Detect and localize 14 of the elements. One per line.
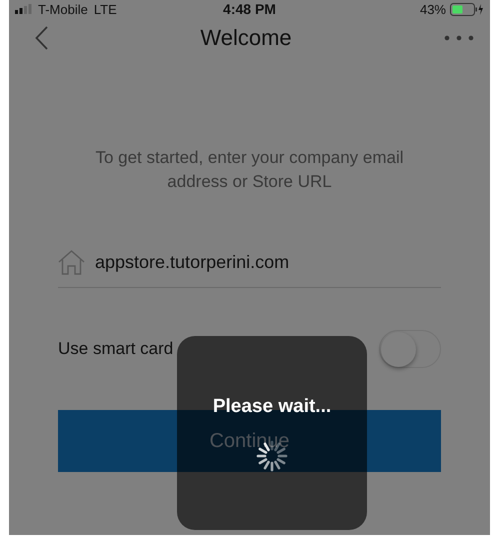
signal-icon <box>15 4 32 14</box>
smart-card-label: Use smart card <box>58 339 174 359</box>
instructions-text: To get started, enter your company email address or Store URL <box>94 147 405 193</box>
network-type: LTE <box>94 2 117 16</box>
home-icon <box>58 250 85 275</box>
more-icon[interactable] <box>444 35 474 41</box>
battery-percent: 43% <box>420 2 446 16</box>
back-icon[interactable] <box>35 26 48 50</box>
store-url-field[interactable]: appstore.tutorperini.com <box>58 250 441 288</box>
battery-icon <box>450 2 484 16</box>
carrier-name: T-Mobile <box>38 2 88 16</box>
clock-time: 4:48 PM <box>223 1 276 17</box>
smart-card-toggle[interactable] <box>379 330 441 368</box>
screen-title: Welcome <box>200 25 292 51</box>
